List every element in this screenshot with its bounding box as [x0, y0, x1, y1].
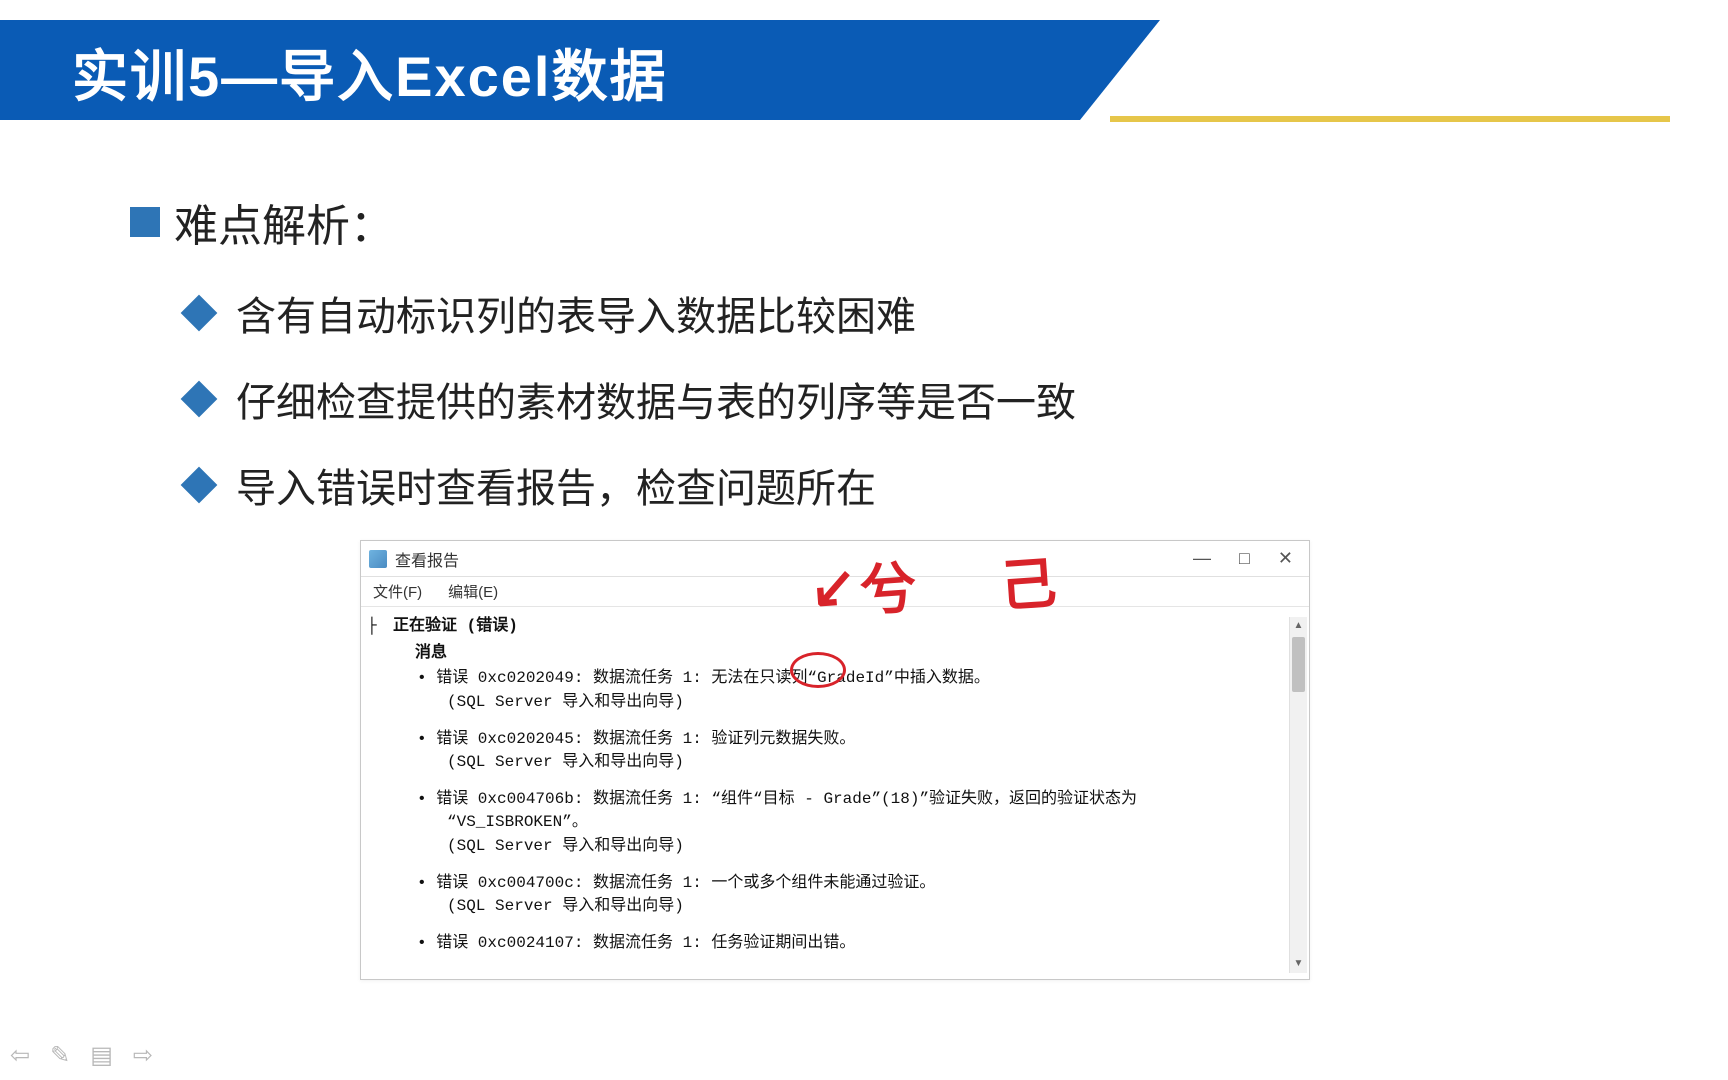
prev-icon[interactable]: ⇦ [10, 1041, 30, 1070]
bullet-text: 导入错误时查看报告，检查问题所在 [236, 456, 876, 514]
window-title: 查看报告 [395, 547, 459, 571]
maximize-button[interactable]: □ [1239, 548, 1250, 569]
menu-edit[interactable]: 编辑(E) [448, 581, 498, 602]
scroll-down-icon[interactable]: ▼ [1290, 955, 1307, 973]
scroll-thumb[interactable] [1292, 637, 1305, 692]
bullet-row: 导入错误时查看报告，检查问题所在 [186, 456, 1630, 514]
heading-text: 难点解析： [174, 190, 394, 254]
report-window: 查看报告 — □ ✕ 文件(F) 编辑(E) ├ 正在验证 (错误) 消息 错误… [360, 540, 1310, 980]
scrollbar[interactable]: ▲ ▼ [1289, 617, 1307, 973]
pen-icon[interactable]: ✎ [50, 1041, 70, 1070]
bullet-text: 仔细检查提供的素材数据与表的列序等是否一致 [236, 370, 1076, 428]
window-titlebar: 查看报告 — □ ✕ [361, 541, 1309, 577]
window-menubar: 文件(F) 编辑(E) [361, 577, 1309, 607]
diamond-bullet-icon [181, 295, 218, 332]
error-line: 错误 0xc004700c: 数据流任务 1: 一个或多个组件未能通过验证。 [431, 872, 1291, 895]
bullet-text: 含有自动标识列的表导入数据比较困难 [236, 284, 916, 342]
accent-line [1110, 116, 1670, 122]
error-line: (SQL Server 导入和导出向导) [431, 751, 1291, 774]
error-entry: 错误 0xc0202049: 数据流任务 1: 无法在只读列“GradeId”中… [379, 667, 1291, 713]
heading-row: 难点解析： [130, 190, 1630, 254]
slide-header: 实训5—导入Excel数据 [0, 0, 1728, 130]
window-controls: — □ ✕ [1193, 548, 1301, 569]
error-line: “VS_ISBROKEN”。 [431, 811, 1291, 834]
tree-prefix: ├ [367, 615, 377, 638]
error-line: (SQL Server 导入和导出向导) [431, 895, 1291, 918]
scroll-up-icon[interactable]: ▲ [1290, 617, 1307, 635]
error-entry: 错误 0xc004700c: 数据流任务 1: 一个或多个组件未能通过验证。 (… [379, 872, 1291, 918]
error-line: 错误 0xc004706b: 数据流任务 1: “组件“目标 - Grade”(… [431, 788, 1291, 811]
error-line: 错误 0xc0202045: 数据流任务 1: 验证列元数据失败。 [431, 728, 1291, 751]
message-area: ├ 正在验证 (错误) 消息 错误 0xc0202049: 数据流任务 1: 无… [361, 607, 1309, 979]
error-entry: 错误 0xc004706b: 数据流任务 1: “组件“目标 - Grade”(… [379, 788, 1291, 858]
error-entry: 错误 0xc0202045: 数据流任务 1: 验证列元数据失败。 (SQL S… [379, 728, 1291, 774]
bullet-row: 含有自动标识列的表导入数据比较困难 [186, 284, 1630, 342]
error-line: (SQL Server 导入和导出向导) [431, 691, 1291, 714]
error-line: 错误 0xc0024107: 数据流任务 1: 任务验证期间出错。 [431, 932, 1291, 955]
diamond-bullet-icon [181, 467, 218, 504]
square-bullet-icon [130, 207, 160, 237]
error-entry: 错误 0xc0024107: 数据流任务 1: 任务验证期间出错。 [379, 932, 1291, 955]
next-icon[interactable]: ⇨ [133, 1041, 153, 1070]
error-line: 错误 0xc0202049: 数据流任务 1: 无法在只读列“GradeId”中… [431, 667, 1291, 690]
bullet-row: 仔细检查提供的素材数据与表的列序等是否一致 [186, 370, 1630, 428]
list-icon[interactable]: ▤ [90, 1041, 113, 1070]
menu-file[interactable]: 文件(F) [373, 581, 422, 602]
close-button[interactable]: ✕ [1278, 548, 1293, 569]
section-title: 正在验证 (错误) [379, 615, 1291, 638]
report-icon [369, 550, 387, 568]
minimize-button[interactable]: — [1193, 548, 1211, 569]
footer-toolbar: ⇦ ✎ ▤ ⇨ [10, 1041, 153, 1070]
slide-content: 难点解析： 含有自动标识列的表导入数据比较困难 仔细检查提供的素材数据与表的列序… [130, 190, 1630, 542]
diamond-bullet-icon [181, 381, 218, 418]
message-label: 消息 [379, 642, 1291, 665]
error-line: (SQL Server 导入和导出向导) [431, 835, 1291, 858]
slide-title: 实训5—导入Excel数据 [72, 32, 668, 113]
